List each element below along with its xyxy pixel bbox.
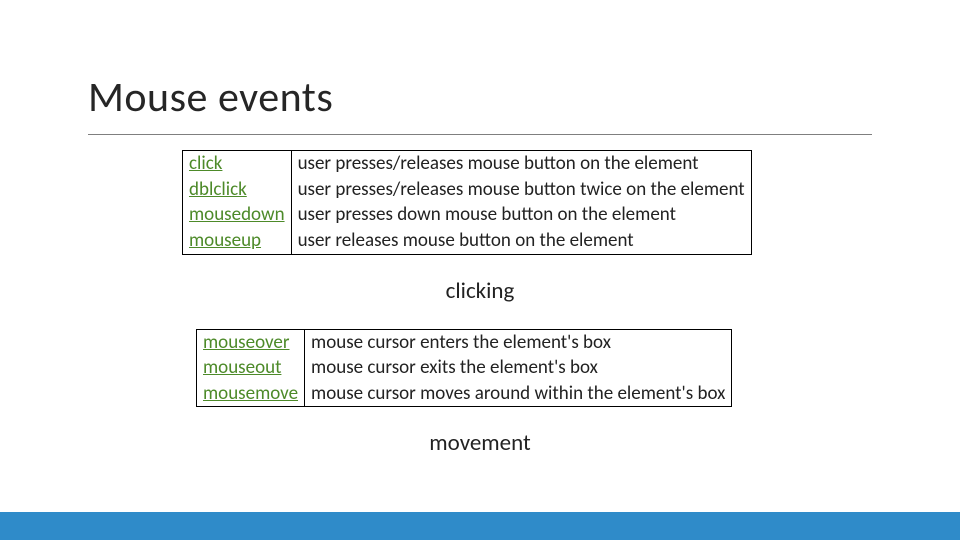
table-movement: mouseover mouseout mousemove mouse curso… [196, 329, 732, 408]
table-movement-wrap: mouseover mouseout mousemove mouse curso… [196, 329, 872, 408]
caption-movement: movement [88, 429, 872, 457]
bottom-accent-bar [0, 512, 960, 540]
event-link-mousemove[interactable]: mousemove [203, 382, 298, 405]
slide: Mouse events click dblclick mousedown mo… [0, 0, 960, 540]
event-link-dblclick[interactable]: dblclick [189, 178, 247, 201]
table-clicking-wrap: click dblclick mousedown mouseup user pr… [182, 150, 872, 255]
event-link-click[interactable]: click [189, 152, 222, 175]
event-desc: mouse cursor exits the element's box [311, 356, 598, 379]
event-desc: user presses/releases mouse button on th… [298, 152, 699, 175]
caption-clicking: clicking [88, 277, 872, 305]
title-divider [88, 134, 872, 135]
event-link-mouseup[interactable]: mouseup [189, 229, 261, 252]
event-desc: user presses down mouse button on the el… [298, 203, 676, 226]
event-link-mouseout[interactable]: mouseout [203, 356, 281, 379]
content-area: click dblclick mousedown mouseup user pr… [88, 150, 872, 481]
table-clicking: click dblclick mousedown mouseup user pr… [182, 150, 752, 255]
table-row: click dblclick mousedown mouseup user pr… [183, 151, 752, 255]
event-desc: user releases mouse button on the elemen… [298, 229, 634, 252]
table-row: mouseover mouseout mousemove mouse curso… [197, 329, 732, 407]
event-link-mouseover[interactable]: mouseover [203, 331, 289, 354]
event-link-mousedown[interactable]: mousedown [189, 203, 285, 226]
page-title: Mouse events [88, 72, 333, 123]
event-desc: mouse cursor enters the element's box [311, 331, 611, 354]
event-desc: user presses/releases mouse button twice… [298, 178, 745, 201]
event-desc: mouse cursor moves around within the ele… [311, 382, 725, 405]
